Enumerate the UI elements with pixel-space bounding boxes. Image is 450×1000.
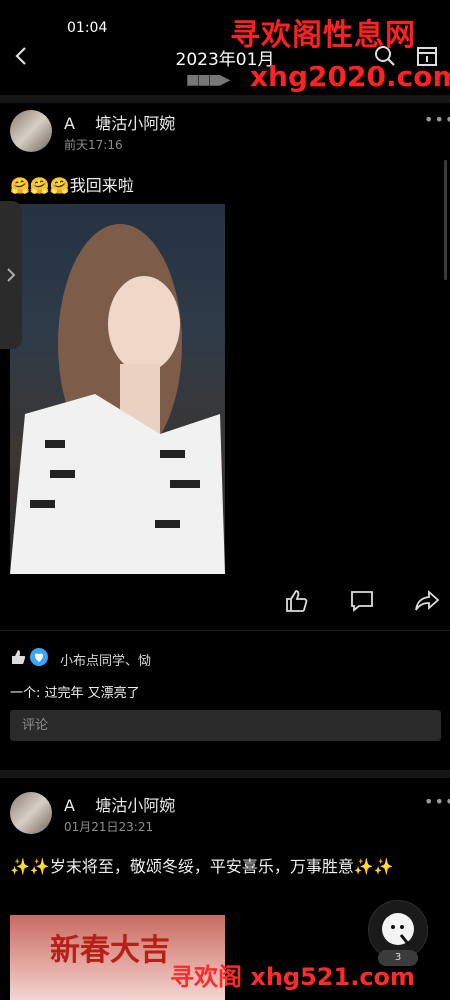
post-photo[interactable] [10, 204, 225, 574]
divider [0, 95, 450, 103]
more-button[interactable]: ••• [424, 110, 450, 129]
more-button[interactable]: ••• [424, 792, 450, 811]
post-time: 前天17:16 [64, 138, 123, 152]
heart-badge-icon [30, 648, 48, 666]
chevron-right-icon [7, 268, 16, 282]
post-content: 🤗🤗🤗我回来啦 [10, 172, 134, 196]
comment: 一个: 过完年 又漂亮了 [10, 682, 140, 701]
avatar[interactable] [10, 110, 52, 152]
like-button[interactable] [283, 588, 309, 614]
side-expand-tab[interactable] [0, 201, 22, 349]
more-icon: ••• [424, 110, 450, 129]
divider [0, 630, 450, 631]
banner-text: 新春大吉 [50, 933, 170, 968]
post-author[interactable]: A 塘沽小阿婉 [64, 792, 175, 816]
photo-illustration [10, 224, 225, 574]
post-author[interactable]: A 塘沽小阿婉 [64, 110, 175, 134]
comment-button[interactable] [349, 588, 375, 614]
watermark-top-cn: 寻欢阁性息网 [230, 18, 416, 53]
divider [0, 770, 450, 778]
status-time: 01:04 [67, 20, 108, 36]
comment-icon [351, 591, 373, 612]
post-text: ✨✨岁末将至，敬颂冬绥，平安喜乐，万事胜意✨✨ [10, 857, 394, 876]
share-icon [415, 589, 440, 611]
watermark-top-url: xhg2020.com [250, 60, 450, 93]
share-button[interactable] [414, 588, 440, 614]
avatar[interactable] [10, 792, 52, 834]
more-icon: ••• [424, 792, 450, 811]
like-indicator-icon [10, 649, 26, 665]
comment-user[interactable]: 一个: [10, 686, 40, 701]
watermark-bottom: 寻欢阁 xhg521.com [170, 963, 416, 991]
thumbs-up-icon [286, 590, 308, 612]
likers-list[interactable]: 小布点同学、恸 [60, 650, 151, 669]
watermark-arrow: ■■■▶ [186, 72, 230, 88]
comment-text: 过完年 又漂亮了 [44, 686, 140, 701]
scrollbar[interactable] [444, 160, 447, 280]
post-emoji: 🤗🤗🤗 [10, 176, 70, 195]
post-text: 我回来啦 [69, 176, 134, 195]
post-time: 01月21日23:21 [64, 820, 154, 834]
comment-input[interactable]: 评论 [10, 710, 441, 741]
